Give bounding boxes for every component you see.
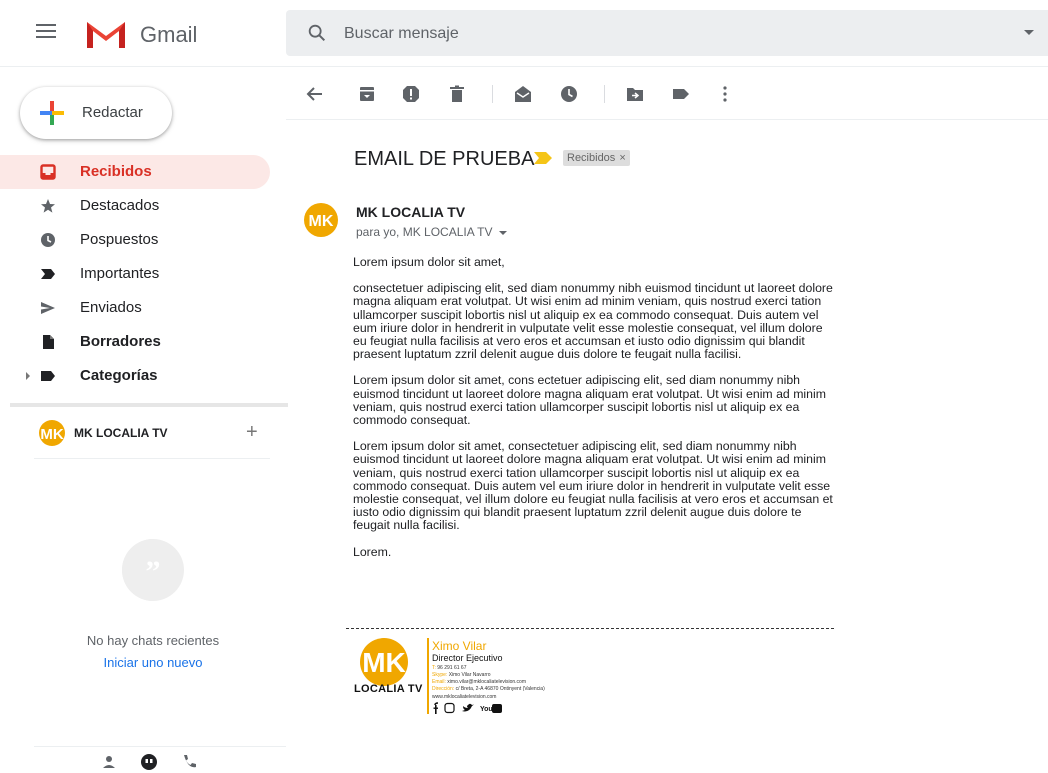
important-icon [41,269,55,279]
sidebar-item-enviados[interactable]: Enviados [0,291,270,325]
signature-email[interactable]: Email: ximo.vilar@mklocaliatelevision.co… [432,679,526,685]
no-chats-text: No hay chats recientes [86,633,220,648]
signature-role: Director Ejecutivo [432,653,503,663]
search-icon[interactable] [306,22,328,44]
compose-button[interactable]: Redactar [20,87,172,139]
top-bar: Gmail [0,0,1048,66]
sidebar-item-label: Pospuestos [80,231,159,248]
svg-text:MK: MK [40,426,63,443]
email-body: Lorem ipsum dolor sit amet, consectetuer… [353,255,833,572]
email-closing: Lorem. [353,544,392,559]
plus-icon [40,101,64,125]
gmail-logo-icon[interactable] [84,18,128,50]
twitter-icon [462,703,474,712]
send-icon [41,302,55,314]
sidebar-item-pospuestos[interactable]: Pospuestos [0,223,270,257]
account-name: MK LOCALIA TV [74,426,168,440]
draft-icon [43,335,54,349]
star-icon [41,199,55,213]
signature-address: Dirección: c/ Breta, 2-A 46870 Ontinyent… [432,686,545,692]
sidebar-bottom-divider [34,746,286,747]
sidebar-nav: Recibidos Destacados Pospuestos Importan… [0,155,286,393]
svg-text:You: You [480,706,493,713]
sidebar-item-label: Enviados [80,299,142,316]
instagram-icon [444,702,455,714]
facebook-icon [433,702,439,714]
account-row[interactable]: MK MK LOCALIA TV + [34,419,270,451]
recipient-details[interactable]: para yo, MK LOCALIA TV [356,225,507,239]
recipient-text: para yo, MK LOCALIA TV [356,225,493,239]
sidebar-item-importantes[interactable]: Importantes [0,257,270,291]
clock-icon [41,233,55,247]
sidebar-item-destacados[interactable]: Destacados [0,189,270,223]
sidebar-item-categorias[interactable]: Categorías [0,359,270,393]
search-options-icon[interactable] [1024,30,1034,35]
report-spam-icon[interactable] [400,83,422,105]
label-icon [41,371,55,381]
hangouts-tabs [100,753,200,773]
signature-name: Ximo Vilar [432,639,487,653]
email-subject: EMAIL DE PRUEBA [354,148,535,170]
sidebar-item-label: Destacados [80,197,160,214]
email-greeting: Lorem ipsum dolor sit amet, [353,255,505,269]
social-icons: You [433,702,502,714]
show-details-icon[interactable] [498,230,507,235]
sidebar-item-label: Borradores [80,333,161,350]
search-bar[interactable] [286,10,1048,56]
email-paragraph: Lorem ipsum dolor sit amet, consectetuer… [353,439,833,533]
back-arrow-icon[interactable] [304,83,326,105]
email-paragraph: Lorem ipsum dolor sit amet, cons ectetue… [353,373,826,428]
importance-marker-icon[interactable] [534,152,552,164]
mk-localia-logo-icon: MK [39,420,65,446]
signature-website[interactable]: www.mklocaliatelevision.com [432,694,496,700]
mark-unread-icon[interactable] [512,83,534,105]
inbox-icon [40,164,56,180]
message-toolbar [286,67,1048,121]
label-chip: Recibidos × [563,150,630,166]
labels-icon[interactable] [670,83,692,105]
svg-text:MK: MK [309,213,334,230]
more-icon[interactable] [714,83,736,105]
add-account-button[interactable]: + [246,421,258,444]
archive-icon[interactable] [356,83,378,105]
app-name: Gmail [140,22,198,47]
sender-name: MK LOCALIA TV [356,204,466,220]
person-icon[interactable] [100,753,118,771]
main-menu-icon[interactable] [36,24,56,40]
label-chip-text: Recibidos [567,152,616,164]
signature-divider [346,628,834,629]
delete-icon[interactable] [446,83,468,105]
toolbar-divider [492,85,493,103]
signature-skype: Skype: Ximo Vilar Navarro [432,672,491,678]
sidebar-item-recibidos[interactable]: Recibidos [0,155,270,189]
sender-avatar[interactable]: MK [302,202,340,240]
toolbar-divider-line [286,119,1048,120]
phone-icon[interactable] [180,753,198,771]
start-new-chat-link[interactable]: Iniciar uno nuevo [0,655,306,670]
email-paragraph: consectetuer adipiscing elit, sed diam n… [353,281,833,362]
chat-bubble-icon: ” [122,539,184,601]
remove-label-button[interactable]: × [619,152,625,164]
account-divider [34,458,270,459]
sidebar-item-borradores[interactable]: Borradores [0,325,270,359]
search-input[interactable] [342,22,946,46]
svg-text:”: ” [146,555,161,588]
sidebar-item-label: Importantes [80,265,160,282]
hangouts-icon[interactable] [140,753,158,771]
sidebar-item-label: Recibidos [80,163,152,180]
signature-phone: T: 96 291 61 67 [432,665,467,671]
compose-label: Redactar [82,104,143,121]
snooze-icon[interactable] [558,83,580,105]
toolbar-divider [604,85,605,103]
signature-logo-text: LOCALIA TV [354,683,423,695]
svg-text:MK: MK [362,647,406,678]
move-to-icon[interactable] [624,83,646,105]
youtube-icon: You [480,704,502,713]
expand-arrow-icon[interactable] [26,372,30,380]
signature-accent-bar [427,638,429,714]
sidebar: Redactar Recibidos Destacados Pospuestos… [0,67,288,773]
sidebar-item-label: Categorías [80,367,158,384]
sidebar-divider [10,403,288,407]
